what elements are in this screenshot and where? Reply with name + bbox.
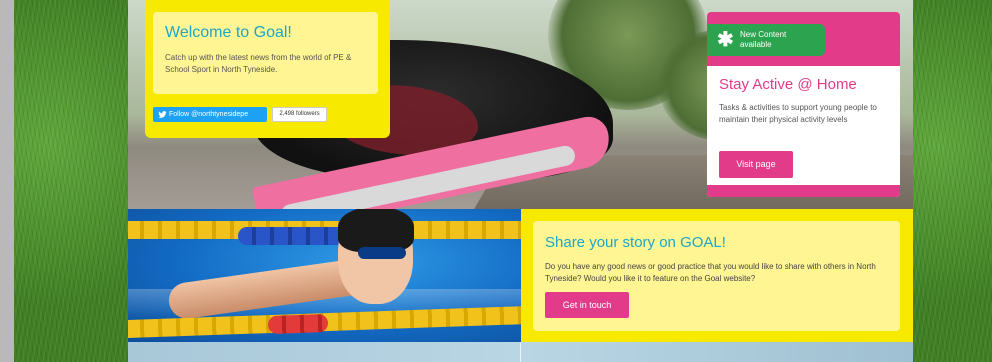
get-in-touch-button[interactable]: Get in touch bbox=[545, 292, 629, 318]
swimmer-image bbox=[128, 209, 521, 342]
new-content-label: New Content available bbox=[740, 30, 787, 49]
section-divider bbox=[520, 342, 521, 362]
grass-background-right bbox=[913, 0, 992, 362]
stay-active-text: Tasks & activities to support young peop… bbox=[719, 103, 877, 124]
welcome-title: Welcome to Goal! bbox=[165, 24, 292, 41]
asterisk-icon: ✱ bbox=[717, 29, 734, 51]
grass-background-left bbox=[14, 0, 128, 362]
twitter-bird-icon bbox=[158, 110, 167, 119]
followers-count[interactable]: 2,498 followers bbox=[272, 107, 327, 122]
twitter-follow-button[interactable]: Follow @northtynesidepe bbox=[153, 107, 267, 122]
share-story-title: Share your story on GOAL! bbox=[545, 234, 726, 251]
welcome-text: Catch up with the latest news from the w… bbox=[165, 53, 352, 74]
stay-active-title: Stay Active @ Home bbox=[719, 76, 857, 93]
visit-page-button[interactable]: Visit page bbox=[719, 151, 793, 178]
share-story-text: Do you have any good news or good practi… bbox=[545, 262, 876, 283]
